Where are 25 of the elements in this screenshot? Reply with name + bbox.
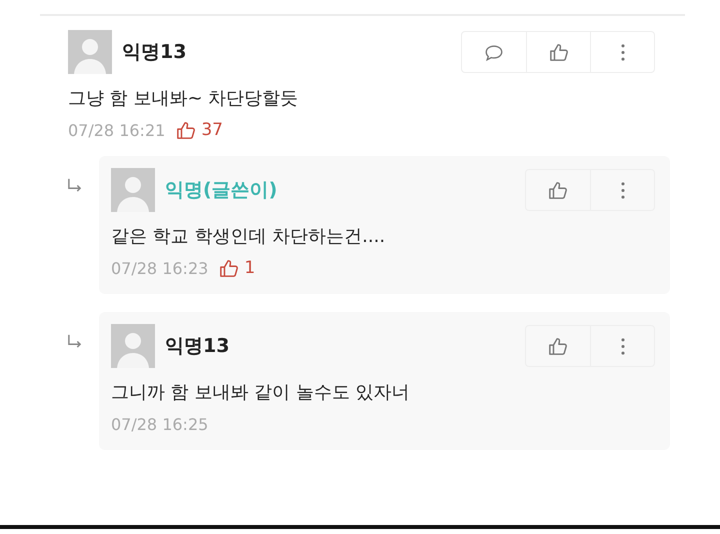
reply-arrow-icon [67, 334, 82, 348]
author-name: 익명13 [122, 40, 188, 65]
author-name: 익명(글쓴이) [165, 178, 278, 203]
more-icon [620, 180, 626, 200]
more-icon [620, 42, 626, 62]
reply-arrow-icon [67, 178, 82, 192]
author-name: 익명13 [165, 334, 230, 359]
like-count: 1 [244, 258, 256, 278]
avatar-icon [111, 168, 155, 212]
comment-text: 같은 학교 학생인데 차단하는건.... [111, 225, 386, 249]
avatar-icon [68, 30, 112, 74]
comment-icon [484, 42, 504, 62]
timestamp: 07/28 16:25 [111, 414, 208, 434]
like-count: 37 [201, 120, 223, 140]
comment-text: 그니까 함 보내봐 같이 놀수도 있자너 [111, 381, 411, 405]
timestamp: 07/28 16:23 [111, 258, 208, 278]
more-icon [620, 336, 626, 356]
avatar-icon [111, 324, 155, 368]
comment-text: 그냥 함 보내봐~ 차단당할듯 [68, 87, 300, 111]
timestamp: 07/28 16:21 [68, 120, 166, 140]
thumbs-up-icon [548, 180, 568, 200]
thumbs-up-icon [548, 42, 568, 62]
thumbs-up-icon [548, 336, 568, 356]
thumbs-up-icon [176, 120, 196, 140]
thumbs-up-icon [219, 258, 240, 278]
